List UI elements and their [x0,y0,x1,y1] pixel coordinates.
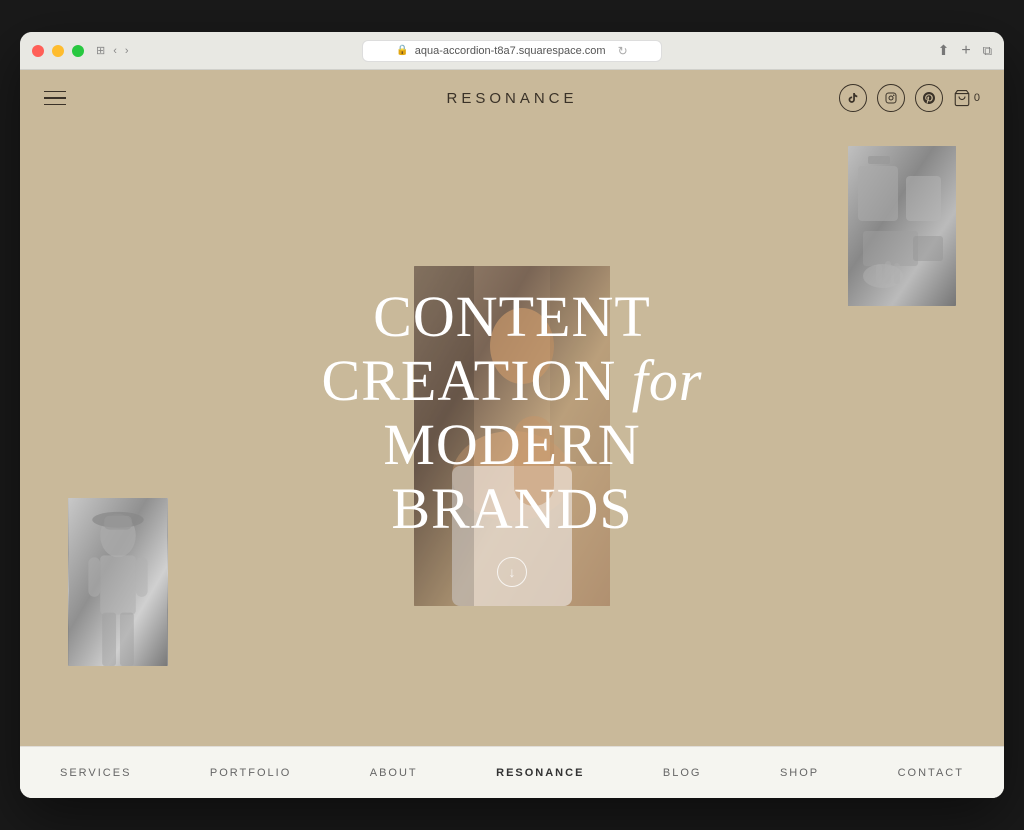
new-tab-icon[interactable]: + [961,42,970,60]
site-header: RESONANCE [20,70,1004,126]
cart-icon[interactable]: 0 [953,89,980,107]
nav-portfolio[interactable]: PORTFOLIO [210,767,291,779]
maximize-button[interactable] [72,45,84,57]
nav-blog[interactable]: BLOG [663,767,702,779]
traffic-lights [32,45,84,57]
mac-window: ⊞ ‹ › 🔒 aqua-accordion-t8a7.squarespace.… [20,32,1004,798]
title-bar: ⊞ ‹ › 🔒 aqua-accordion-t8a7.squarespace.… [20,32,1004,70]
nav-services[interactable]: SERVICES [60,767,131,779]
close-button[interactable] [32,45,44,57]
header-right: 0 [839,84,980,112]
share-icon[interactable]: ⬆ [938,42,950,59]
hero-area: CONTENT CREATION for MODERN BRANDS ↓ [20,126,1004,746]
tab-overview-icon[interactable]: ⧉ [983,43,992,59]
nav-contact[interactable]: CONTACT [898,767,964,779]
site-wrapper: RESONANCE [20,70,1004,798]
sidebar-toggle-icon[interactable]: ⊞ [96,44,105,57]
nav-resonance[interactable]: RESONANCE [496,767,584,779]
hamburger-menu[interactable] [44,91,66,106]
tiktok-icon[interactable] [839,84,867,112]
nav-shop[interactable]: SHOP [780,767,819,779]
back-button[interactable]: ‹ [113,45,117,57]
site-logo[interactable]: RESONANCE [446,90,577,107]
title-bar-right: ⬆ + ⧉ [938,42,992,60]
pinterest-icon[interactable] [915,84,943,112]
window-controls: ⊞ ‹ › [96,44,129,57]
center-photo [414,266,610,606]
forward-button[interactable]: › [125,45,129,57]
url-text: aqua-accordion-t8a7.squarespace.com [415,45,606,57]
left-photo [68,498,168,666]
right-photo-image [848,146,956,306]
minimize-button[interactable] [52,45,64,57]
reload-icon[interactable]: ↻ [618,44,628,58]
site-nav: SERVICES PORTFOLIO ABOUT RESONANCE BLOG … [20,746,1004,798]
right-photo [848,146,956,306]
url-bar[interactable]: 🔒 aqua-accordion-t8a7.squarespace.com ↻ [362,40,662,62]
center-photo-image [414,266,610,606]
instagram-icon[interactable] [877,84,905,112]
left-photo-image [68,498,168,666]
lock-icon: 🔒 [396,45,408,56]
nav-about[interactable]: ABOUT [370,767,418,779]
cart-count: 0 [974,92,980,104]
